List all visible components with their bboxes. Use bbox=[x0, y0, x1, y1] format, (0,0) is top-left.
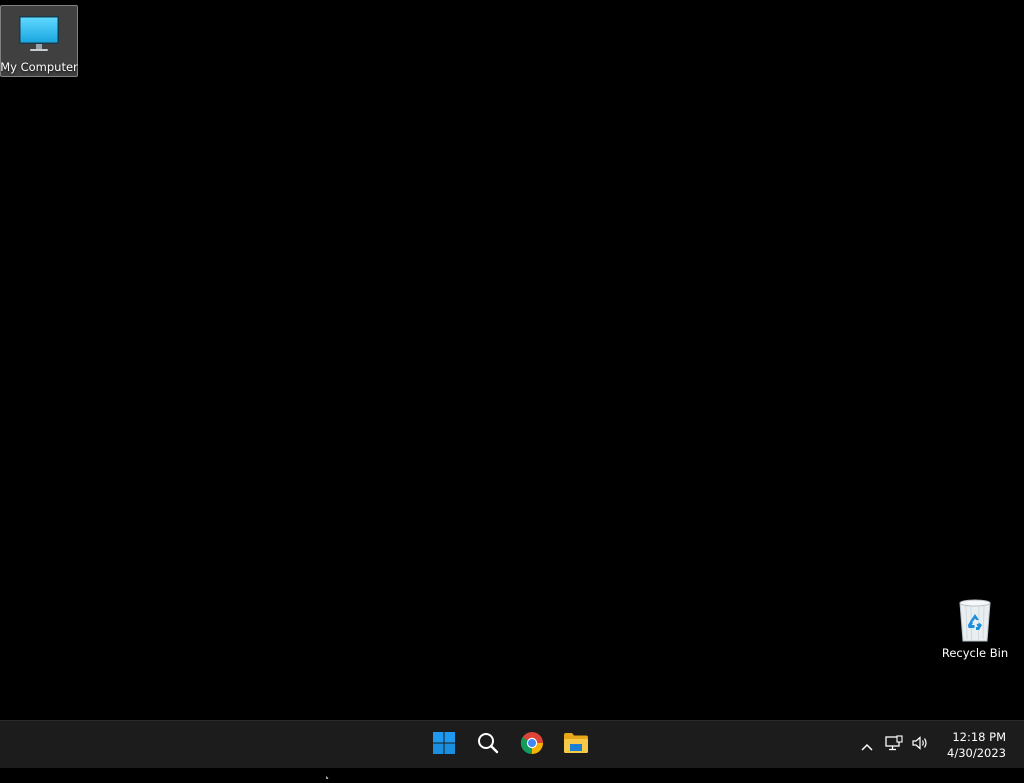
volume-button[interactable] bbox=[907, 725, 933, 765]
network-button[interactable] bbox=[881, 725, 907, 765]
desktop[interactable]: My Computer Recycle Bin bbox=[0, 0, 1024, 720]
recycle-bin-icon bbox=[951, 596, 999, 644]
search-button[interactable] bbox=[468, 725, 508, 765]
start-button[interactable] bbox=[424, 725, 464, 765]
show-hidden-icons-button[interactable] bbox=[853, 725, 881, 765]
folder-icon bbox=[563, 732, 589, 758]
desktop-icon-label: My Computer bbox=[0, 60, 78, 74]
file-explorer-taskbar-button[interactable] bbox=[556, 725, 596, 765]
network-icon bbox=[885, 735, 903, 755]
system-tray: 12:18 PM 4/30/2023 bbox=[853, 721, 1024, 769]
clock-date: 4/30/2023 bbox=[947, 746, 1006, 760]
desktop-icon-recycle-bin[interactable]: Recycle Bin bbox=[936, 592, 1014, 662]
windows-logo-icon bbox=[432, 731, 456, 759]
chevron-up-icon bbox=[861, 736, 873, 755]
taskbar: 12:18 PM 4/30/2023 bbox=[0, 720, 1024, 768]
monitor-icon bbox=[15, 10, 63, 58]
desktop-icon-label: Recycle Bin bbox=[941, 646, 1009, 660]
clock-time: 12:18 PM bbox=[952, 730, 1006, 744]
taskbar-pinned-apps bbox=[424, 721, 596, 769]
chrome-icon bbox=[520, 731, 544, 759]
desktop-icon-my-computer[interactable]: My Computer bbox=[0, 5, 78, 77]
mouse-cursor-icon bbox=[325, 764, 336, 783]
volume-icon bbox=[911, 735, 929, 755]
clock[interactable]: 12:18 PM 4/30/2023 bbox=[933, 729, 1024, 761]
search-icon bbox=[477, 732, 499, 758]
chrome-taskbar-button[interactable] bbox=[512, 725, 552, 765]
